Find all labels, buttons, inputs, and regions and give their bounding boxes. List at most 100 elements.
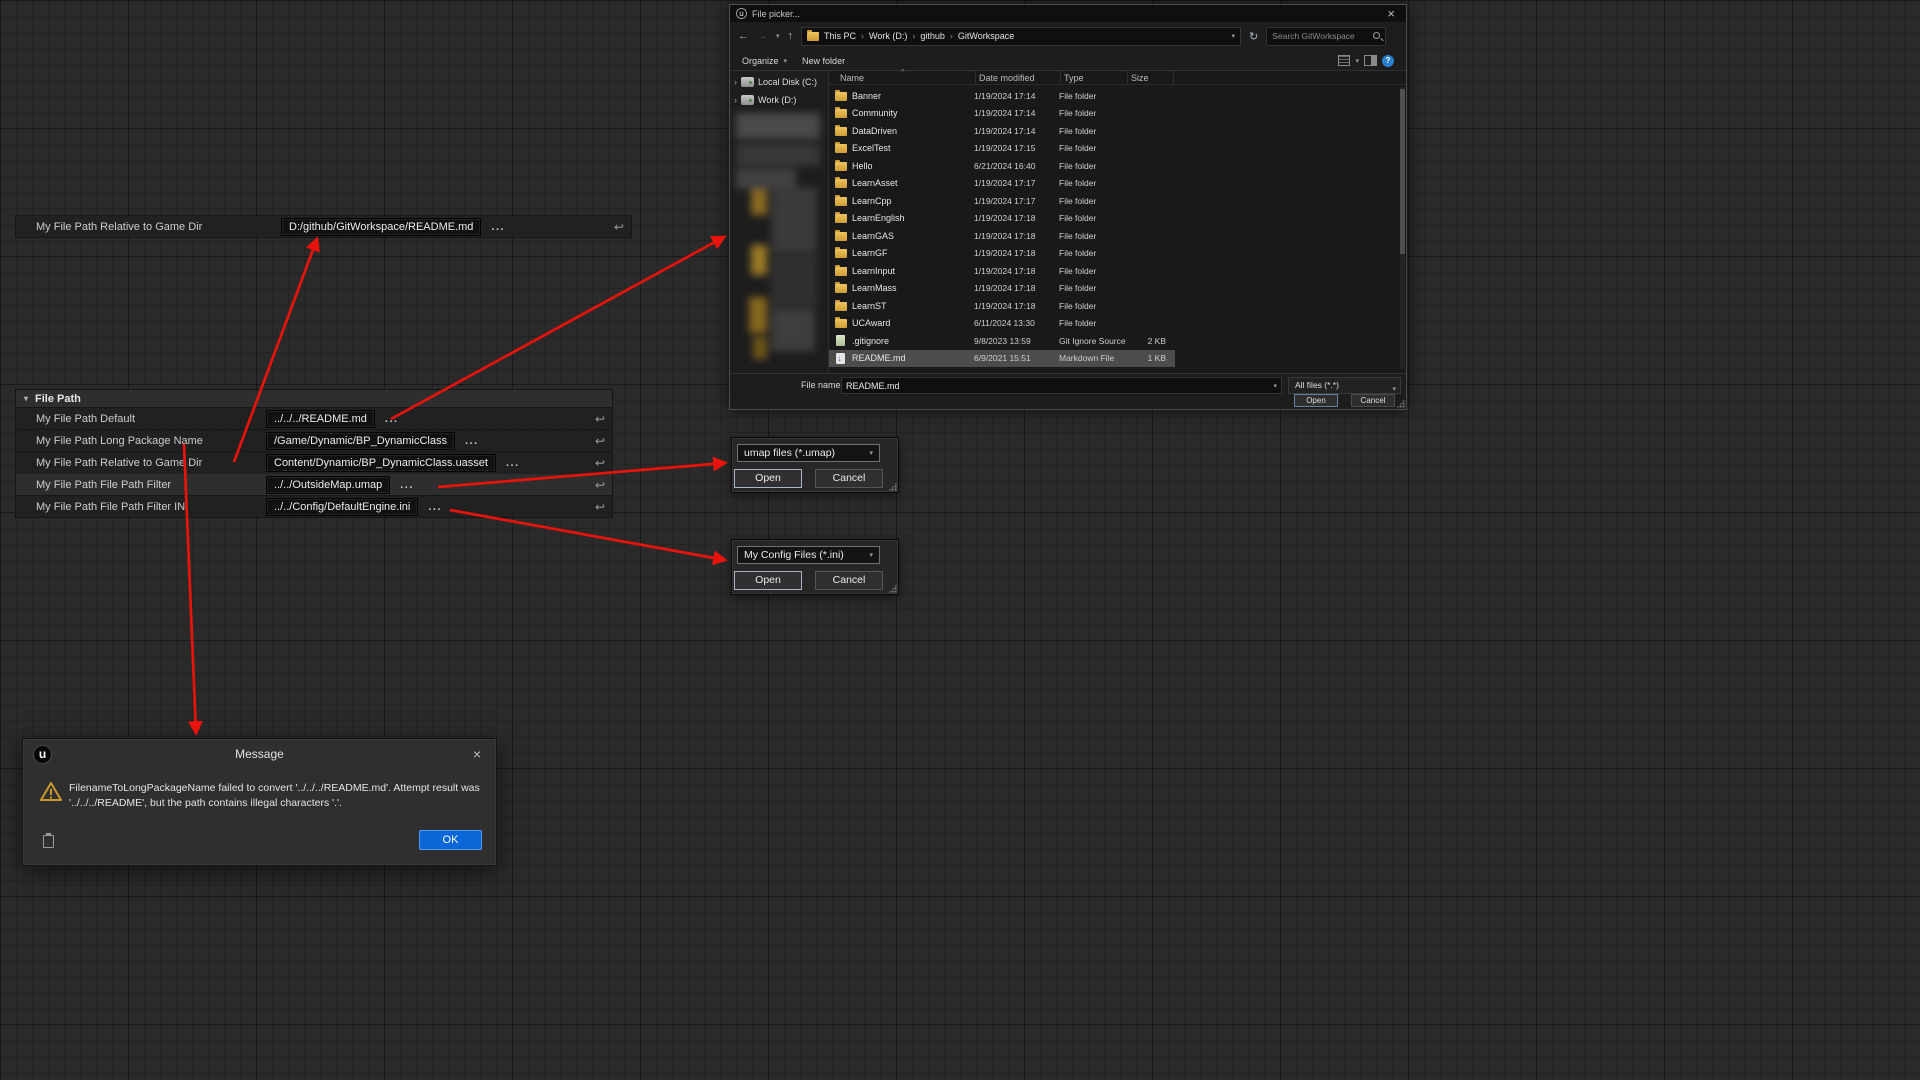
- file-row[interactable]: .gitignore9/8/2023 13:59Git Ignore Sourc…: [829, 332, 1175, 350]
- organize-button[interactable]: Organize: [742, 56, 779, 66]
- property-value[interactable]: ../../OutsideMap.umap: [266, 476, 390, 494]
- detail-row: My File Path Default../../../README.md..…: [16, 407, 612, 429]
- browse-ellipsis-button[interactable]: ...: [428, 501, 442, 513]
- scrollbar-thumb[interactable]: [1400, 89, 1405, 254]
- reset-to-default-icon[interactable]: ↩: [595, 500, 605, 514]
- column-resize-handle[interactable]: [975, 71, 976, 85]
- file-picker-titlebar[interactable]: u File picker... ×: [730, 5, 1406, 22]
- reset-to-default-icon[interactable]: ↩: [595, 478, 605, 492]
- file-row[interactable]: LearnMass1/19/2024 17:18File folder: [829, 280, 1175, 298]
- column-resize-handle[interactable]: [1127, 71, 1128, 85]
- preview-pane-icon[interactable]: [1364, 55, 1377, 66]
- file-row[interactable]: Banner1/19/2024 17:14File folder: [829, 87, 1175, 105]
- property-value[interactable]: D:/github/GitWorkspace/README.md: [281, 218, 481, 236]
- up-icon[interactable]: ↑: [788, 30, 794, 42]
- cancel-button[interactable]: Cancel: [815, 571, 883, 590]
- file-list: Banner1/19/2024 17:14File folderCommunit…: [829, 87, 1406, 367]
- sidebar-item[interactable]: ›Local Disk (C:): [734, 77, 817, 87]
- file-row[interactable]: LearnAsset1/19/2024 17:17File folder: [829, 175, 1175, 193]
- message-titlebar[interactable]: u Message ×: [23, 739, 496, 769]
- file-type: File folder: [1059, 318, 1126, 328]
- file-row[interactable]: LearnGAS1/19/2024 17:18File folder: [829, 227, 1175, 245]
- reset-to-default-icon[interactable]: ↩: [595, 434, 605, 448]
- category-header-file-path[interactable]: ▾ File Path: [16, 390, 612, 407]
- file-row[interactable]: ExcelTest1/19/2024 17:15File folder: [829, 140, 1175, 158]
- resize-grip[interactable]: [888, 584, 897, 593]
- file-row[interactable]: UCAward6/11/2024 13:30File folder: [829, 315, 1175, 333]
- browse-ellipsis-button[interactable]: ...: [465, 435, 479, 447]
- file-icon: [836, 335, 845, 346]
- file-row[interactable]: LearnCpp1/19/2024 17:17File folder: [829, 192, 1175, 210]
- browse-ellipsis-button[interactable]: ...: [506, 457, 520, 469]
- column-resize-handle[interactable]: [1060, 71, 1061, 85]
- reset-to-default-icon[interactable]: ↩: [595, 456, 605, 470]
- file-row[interactable]: LearnGF1/19/2024 17:18File folder: [829, 245, 1175, 263]
- property-value[interactable]: Content/Dynamic/BP_DynamicClass.uasset: [266, 454, 496, 472]
- help-icon[interactable]: ?: [1382, 55, 1394, 67]
- address-dropdown-icon[interactable]: ▾: [1232, 32, 1236, 40]
- file-row[interactable]: DataDriven1/19/2024 17:14File folder: [829, 122, 1175, 140]
- column-resize-handle[interactable]: [1173, 71, 1174, 85]
- file-row[interactable]: README.md6/9/2021 15:51Markdown File1 KB: [829, 350, 1175, 368]
- blurred-folder-tree: [730, 111, 828, 371]
- property-value[interactable]: /Game/Dynamic/BP_DynamicClass: [266, 432, 455, 450]
- cancel-button[interactable]: Cancel: [1351, 394, 1395, 407]
- details-panel-file-path: ▾ File Path My File Path Default../../..…: [15, 389, 613, 518]
- forward-icon[interactable]: →: [757, 30, 768, 42]
- file-name: LearnGAS: [847, 231, 974, 241]
- search-input[interactable]: [1267, 28, 1385, 45]
- property-value[interactable]: ../../Config/DefaultEngine.ini: [266, 498, 418, 516]
- new-folder-button[interactable]: New folder: [802, 56, 845, 66]
- back-icon[interactable]: ←: [738, 30, 749, 42]
- column-header-type[interactable]: Type: [1064, 73, 1084, 83]
- navigation-sidebar: ›Local Disk (C:) ›Work (D:): [730, 71, 829, 373]
- file-name: DataDriven: [847, 126, 974, 136]
- open-button[interactable]: Open: [734, 469, 802, 488]
- file-row[interactable]: LearnST1/19/2024 17:18File folder: [829, 297, 1175, 315]
- ok-button[interactable]: OK: [419, 830, 482, 850]
- open-button[interactable]: Open: [1294, 394, 1338, 407]
- breadcrumb-item[interactable]: Work (D:): [869, 31, 907, 41]
- chevron-down-icon: ▾: [869, 449, 873, 457]
- breadcrumb-separator-icon: ›: [861, 31, 864, 41]
- sidebar-item[interactable]: ›Work (D:): [734, 95, 796, 105]
- category-label: File Path: [35, 393, 81, 405]
- sort-ascending-icon: ^: [901, 69, 904, 76]
- file-row[interactable]: Hello6/21/2024 16:40File folder: [829, 157, 1175, 175]
- reset-to-default-icon[interactable]: ↩: [595, 412, 605, 426]
- file-row[interactable]: LearnEnglish1/19/2024 17:18File folder: [829, 210, 1175, 228]
- filter-dropdown[interactable]: My Config Files (*.ini) ▾: [737, 546, 880, 564]
- view-mode-dropdown-icon[interactable]: ▾: [1355, 57, 1359, 65]
- folder-icon: [835, 179, 847, 188]
- file-type-filter-dropdown[interactable]: All files (*.*) ▾: [1288, 377, 1401, 394]
- refresh-icon[interactable]: ↻: [1249, 30, 1258, 43]
- property-value[interactable]: ../../../README.md: [266, 410, 375, 428]
- browse-ellipsis-button[interactable]: ...: [385, 413, 399, 425]
- column-header-name[interactable]: Name: [840, 73, 864, 83]
- cancel-button[interactable]: Cancel: [815, 469, 883, 488]
- history-dropdown-icon[interactable]: ▾: [776, 32, 780, 40]
- close-icon[interactable]: ×: [1382, 6, 1400, 21]
- property-label: My File Path Default: [36, 413, 266, 425]
- breadcrumb-item[interactable]: This PC: [824, 31, 856, 41]
- address-breadcrumb-bar[interactable]: This PC›Work (D:)›github›GitWorkspace ▾: [801, 27, 1241, 46]
- file-name-input[interactable]: [842, 378, 1265, 393]
- breadcrumb-item[interactable]: GitWorkspace: [958, 31, 1014, 41]
- breadcrumb-separator-icon: ›: [950, 31, 953, 41]
- open-button[interactable]: Open: [734, 571, 802, 590]
- view-mode-icon[interactable]: [1338, 55, 1350, 66]
- chevron-down-icon[interactable]: ▾: [1273, 382, 1277, 390]
- file-row[interactable]: Community1/19/2024 17:14File folder: [829, 105, 1175, 123]
- file-row[interactable]: LearnInput1/19/2024 17:18File folder: [829, 262, 1175, 280]
- breadcrumb-item[interactable]: github: [920, 31, 945, 41]
- resize-grip[interactable]: [888, 482, 897, 491]
- copy-to-clipboard-icon[interactable]: [43, 835, 54, 848]
- reset-to-default-icon[interactable]: ↩: [614, 220, 624, 234]
- browse-ellipsis-button[interactable]: ...: [491, 221, 505, 233]
- filter-dropdown[interactable]: umap files (*.umap) ▾: [737, 444, 880, 462]
- scrollbar-track[interactable]: [1400, 87, 1405, 369]
- column-header-size[interactable]: Size: [1131, 73, 1149, 83]
- search-icon: [1373, 32, 1380, 39]
- browse-ellipsis-button[interactable]: ...: [400, 479, 414, 491]
- column-header-date[interactable]: Date modified: [979, 73, 1035, 83]
